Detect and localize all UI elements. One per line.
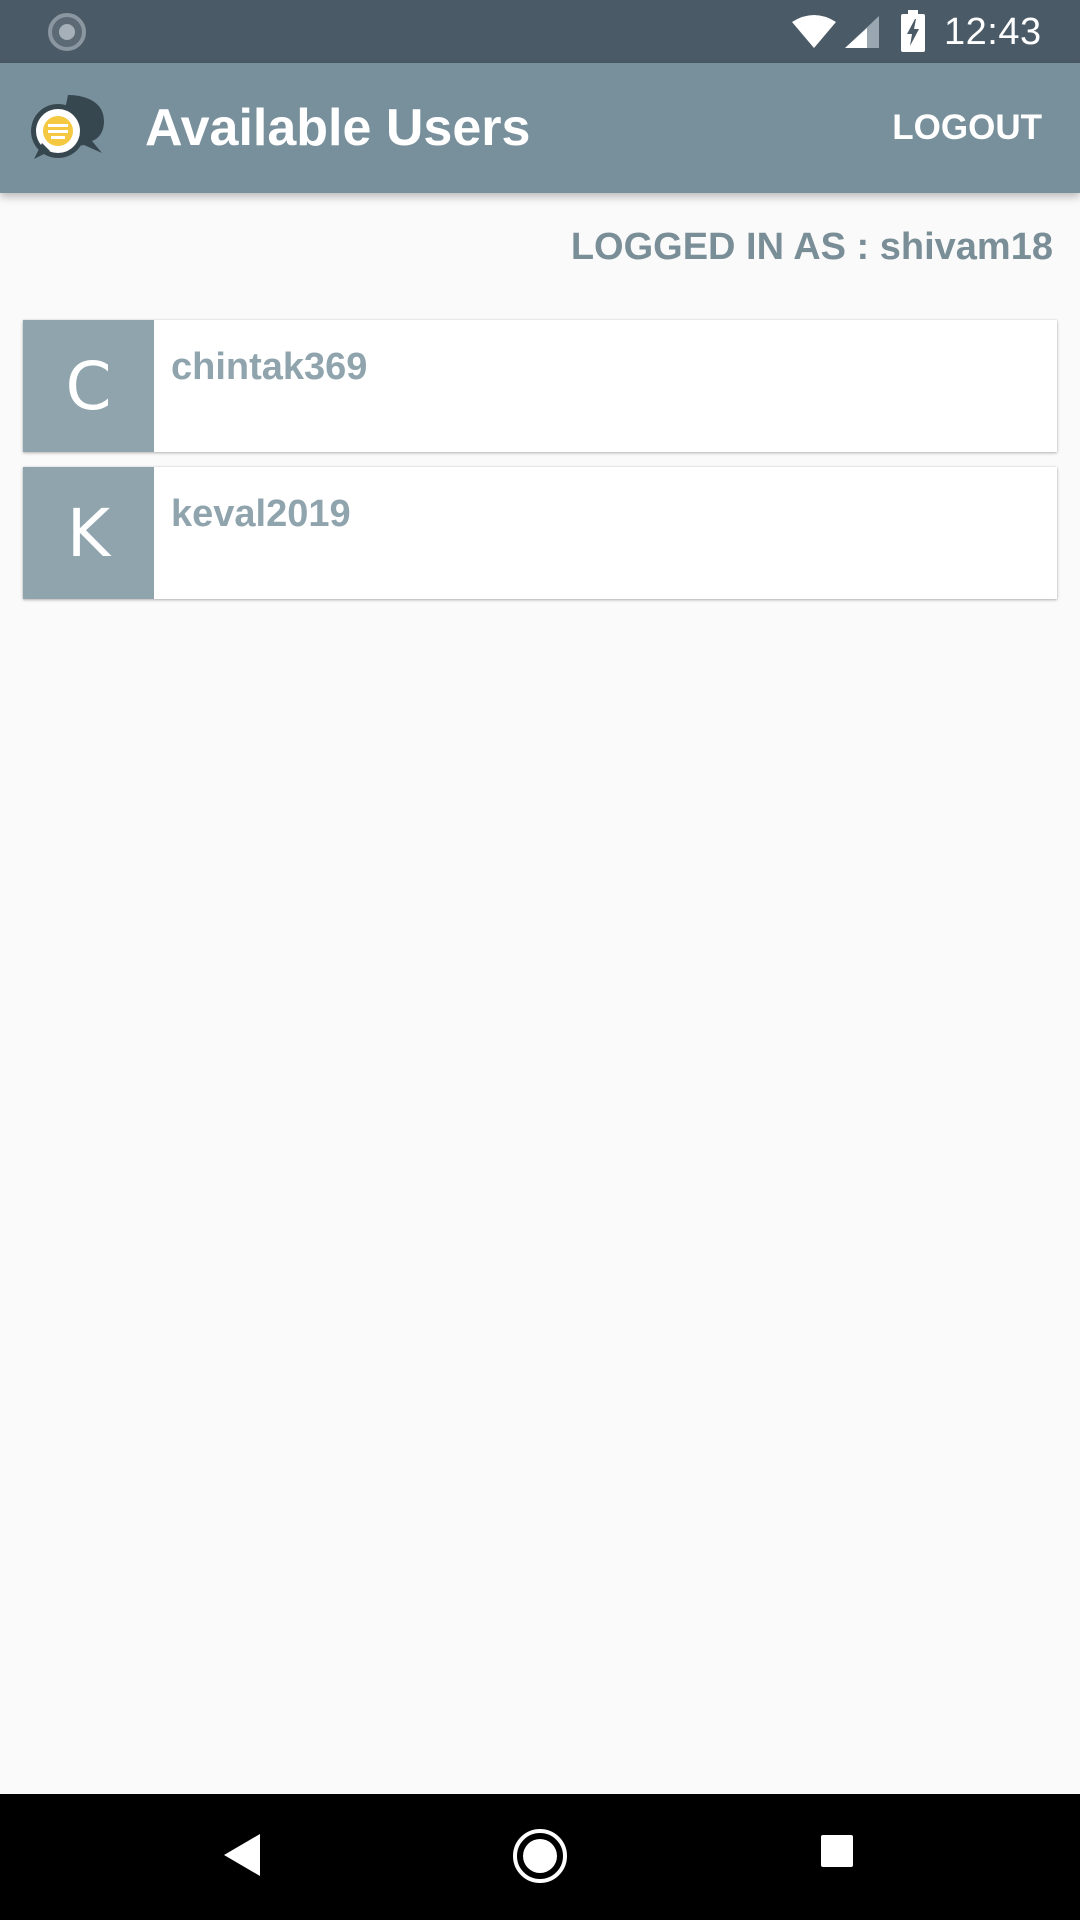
user-list-item[interactable]: K keval2019 — [23, 467, 1057, 599]
username-label: keval2019 — [171, 493, 351, 535]
cellular-signal-icon — [845, 16, 879, 48]
page-title: Available Users — [145, 99, 531, 157]
back-icon[interactable] — [222, 1832, 262, 1878]
avatar: K — [23, 467, 154, 599]
home-icon[interactable] — [512, 1828, 568, 1884]
wifi-icon — [792, 15, 836, 48]
username-label: chintak369 — [171, 346, 368, 388]
battery-charging-icon — [901, 10, 925, 52]
sync-icon — [48, 13, 86, 51]
status-bar: 12:43 — [0, 0, 1080, 63]
navigation-bar — [0, 1794, 1080, 1920]
avatar: C — [23, 320, 154, 452]
chat-bubbles-logo-icon — [31, 95, 104, 159]
recents-icon[interactable] — [820, 1834, 854, 1868]
screen: 12:43 Available Users LOGOUT LOGGED IN A… — [0, 0, 1080, 1920]
app-bar: Available Users LOGOUT — [0, 63, 1080, 193]
logged-in-label: LOGGED IN AS : shivam18 — [570, 226, 1053, 268]
logout-button[interactable]: LOGOUT — [892, 103, 1042, 153]
user-list-item[interactable]: C chintak369 — [23, 320, 1057, 452]
status-time: 12:43 — [944, 11, 1042, 53]
